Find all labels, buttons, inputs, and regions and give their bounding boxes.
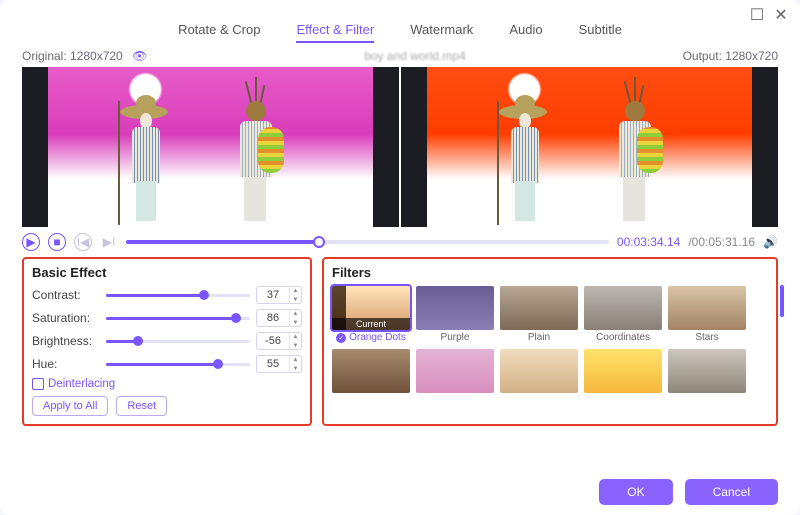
current-time: 00:03:34.14 xyxy=(617,235,680,249)
stop-button[interactable]: ■ xyxy=(48,233,66,251)
brightness-input[interactable]: -56▲▼ xyxy=(256,332,302,350)
deinterlacing-label: Deinterlacing xyxy=(48,378,115,390)
filter-item[interactable] xyxy=(416,349,494,393)
contrast-slider[interactable] xyxy=(106,294,250,297)
timeline-slider[interactable] xyxy=(126,240,609,244)
tab-rotate-crop[interactable]: Rotate & Crop xyxy=(178,22,260,43)
filter-item-coordinates[interactable]: Coordinates xyxy=(584,286,662,343)
stepper-down-icon[interactable]: ▼ xyxy=(290,295,301,304)
contrast-label: Contrast: xyxy=(32,288,100,302)
filter-label: Orange Dots xyxy=(349,332,406,343)
filter-label: Coordinates xyxy=(596,332,650,343)
filters-panel: Filters Current ✓Orange Dots Purple Plai… xyxy=(322,257,778,426)
filter-item[interactable] xyxy=(668,349,746,393)
stepper-down-icon[interactable]: ▼ xyxy=(290,318,301,327)
filter-item[interactable] xyxy=(332,349,410,393)
window-controls: ☐ ✕ xyxy=(748,6,790,24)
saturation-input[interactable]: 86▲▼ xyxy=(256,309,302,327)
playback-controls: ▶ ■ I◀ ▶I 00:03:34.14/00:05:31.16 🔊 xyxy=(0,227,800,253)
hue-slider[interactable] xyxy=(106,363,250,366)
next-frame-button[interactable]: ▶I xyxy=(100,233,118,251)
filter-label: Plain xyxy=(528,332,550,343)
basic-effect-panel: Basic Effect Contrast: 37▲▼ Saturation: … xyxy=(22,257,312,426)
filter-thumb[interactable] xyxy=(416,349,494,393)
info-row: Original: 1280x720 👁 boy and world.mp4 O… xyxy=(0,43,800,67)
filter-label: Purple xyxy=(441,332,470,343)
filter-thumb[interactable]: Current xyxy=(332,286,410,330)
filter-item-orange-dots[interactable]: Current ✓Orange Dots xyxy=(332,286,410,343)
filter-thumb[interactable] xyxy=(668,286,746,330)
maximize-button[interactable]: ☐ xyxy=(748,6,766,24)
original-resolution-group: Original: 1280x720 👁 xyxy=(22,49,147,63)
hue-label: Hue: xyxy=(32,357,100,371)
output-resolution: Output: 1280x720 xyxy=(683,49,778,63)
filter-item[interactable] xyxy=(584,349,662,393)
close-button[interactable]: ✕ xyxy=(772,6,790,24)
brightness-row: Brightness: -56▲▼ xyxy=(32,332,302,350)
stepper-up-icon[interactable]: ▲ xyxy=(290,286,301,295)
filter-item-plain[interactable]: Plain xyxy=(500,286,578,343)
tab-effect-filter[interactable]: Effect & Filter xyxy=(296,22,374,43)
filter-thumb[interactable] xyxy=(584,349,662,393)
contrast-row: Contrast: 37▲▼ xyxy=(32,286,302,304)
lower-panels: Basic Effect Contrast: 37▲▼ Saturation: … xyxy=(0,253,800,426)
editor-window: ☐ ✕ Rotate & Crop Effect & Filter Waterm… xyxy=(0,0,800,515)
filter-item-purple[interactable]: Purple xyxy=(416,286,494,343)
filter-thumb[interactable] xyxy=(584,286,662,330)
prev-frame-button[interactable]: I◀ xyxy=(74,233,92,251)
stepper-down-icon[interactable]: ▼ xyxy=(290,341,301,350)
apply-to-all-button[interactable]: Apply to All xyxy=(32,396,108,416)
filter-thumb[interactable] xyxy=(416,286,494,330)
output-preview xyxy=(401,67,778,227)
stepper-up-icon[interactable]: ▲ xyxy=(290,332,301,341)
filter-thumb[interactable] xyxy=(500,349,578,393)
basic-effect-title: Basic Effect xyxy=(32,265,302,280)
preview-eye-icon[interactable]: 👁 xyxy=(132,49,147,63)
tab-bar: Rotate & Crop Effect & Filter Watermark … xyxy=(0,0,800,43)
tab-subtitle[interactable]: Subtitle xyxy=(579,22,622,43)
preview-panels xyxy=(0,67,800,227)
saturation-slider[interactable] xyxy=(106,317,250,320)
footer-buttons: OK Cancel xyxy=(599,479,778,505)
filters-title: Filters xyxy=(332,265,768,280)
filters-scrollbar[interactable] xyxy=(780,285,784,317)
total-time: /00:05:31.16 xyxy=(688,235,755,249)
check-icon: ✓ xyxy=(336,333,346,343)
original-resolution: Original: 1280x720 xyxy=(22,49,123,63)
stepper-down-icon[interactable]: ▼ xyxy=(290,364,301,373)
hue-input[interactable]: 55▲▼ xyxy=(256,355,302,373)
filter-item-stars[interactable]: Stars xyxy=(668,286,746,343)
filename-label: boy and world.mp4 xyxy=(364,49,465,63)
ok-button[interactable]: OK xyxy=(599,479,672,505)
stepper-up-icon[interactable]: ▲ xyxy=(290,309,301,318)
hue-row: Hue: 55▲▼ xyxy=(32,355,302,373)
filter-thumb[interactable] xyxy=(332,349,410,393)
tab-audio[interactable]: Audio xyxy=(509,22,542,43)
play-button[interactable]: ▶ xyxy=(22,233,40,251)
filter-thumb[interactable] xyxy=(500,286,578,330)
saturation-row: Saturation: 86▲▼ xyxy=(32,309,302,327)
deinterlacing-row[interactable]: Deinterlacing xyxy=(32,378,302,390)
filter-grid: Current ✓Orange Dots Purple Plain Coordi… xyxy=(332,286,768,393)
filter-thumb[interactable] xyxy=(668,349,746,393)
brightness-label: Brightness: xyxy=(32,334,100,348)
brightness-slider[interactable] xyxy=(106,340,250,343)
filter-label: Stars xyxy=(695,332,718,343)
deinterlacing-checkbox[interactable] xyxy=(32,378,44,390)
saturation-label: Saturation: xyxy=(32,311,100,325)
tab-watermark[interactable]: Watermark xyxy=(410,22,473,43)
contrast-input[interactable]: 37▲▼ xyxy=(256,286,302,304)
stepper-up-icon[interactable]: ▲ xyxy=(290,355,301,364)
cancel-button[interactable]: Cancel xyxy=(685,479,778,505)
original-preview xyxy=(22,67,399,227)
filter-item[interactable] xyxy=(500,349,578,393)
volume-icon[interactable]: 🔊 xyxy=(763,235,778,249)
reset-button[interactable]: Reset xyxy=(116,396,167,416)
